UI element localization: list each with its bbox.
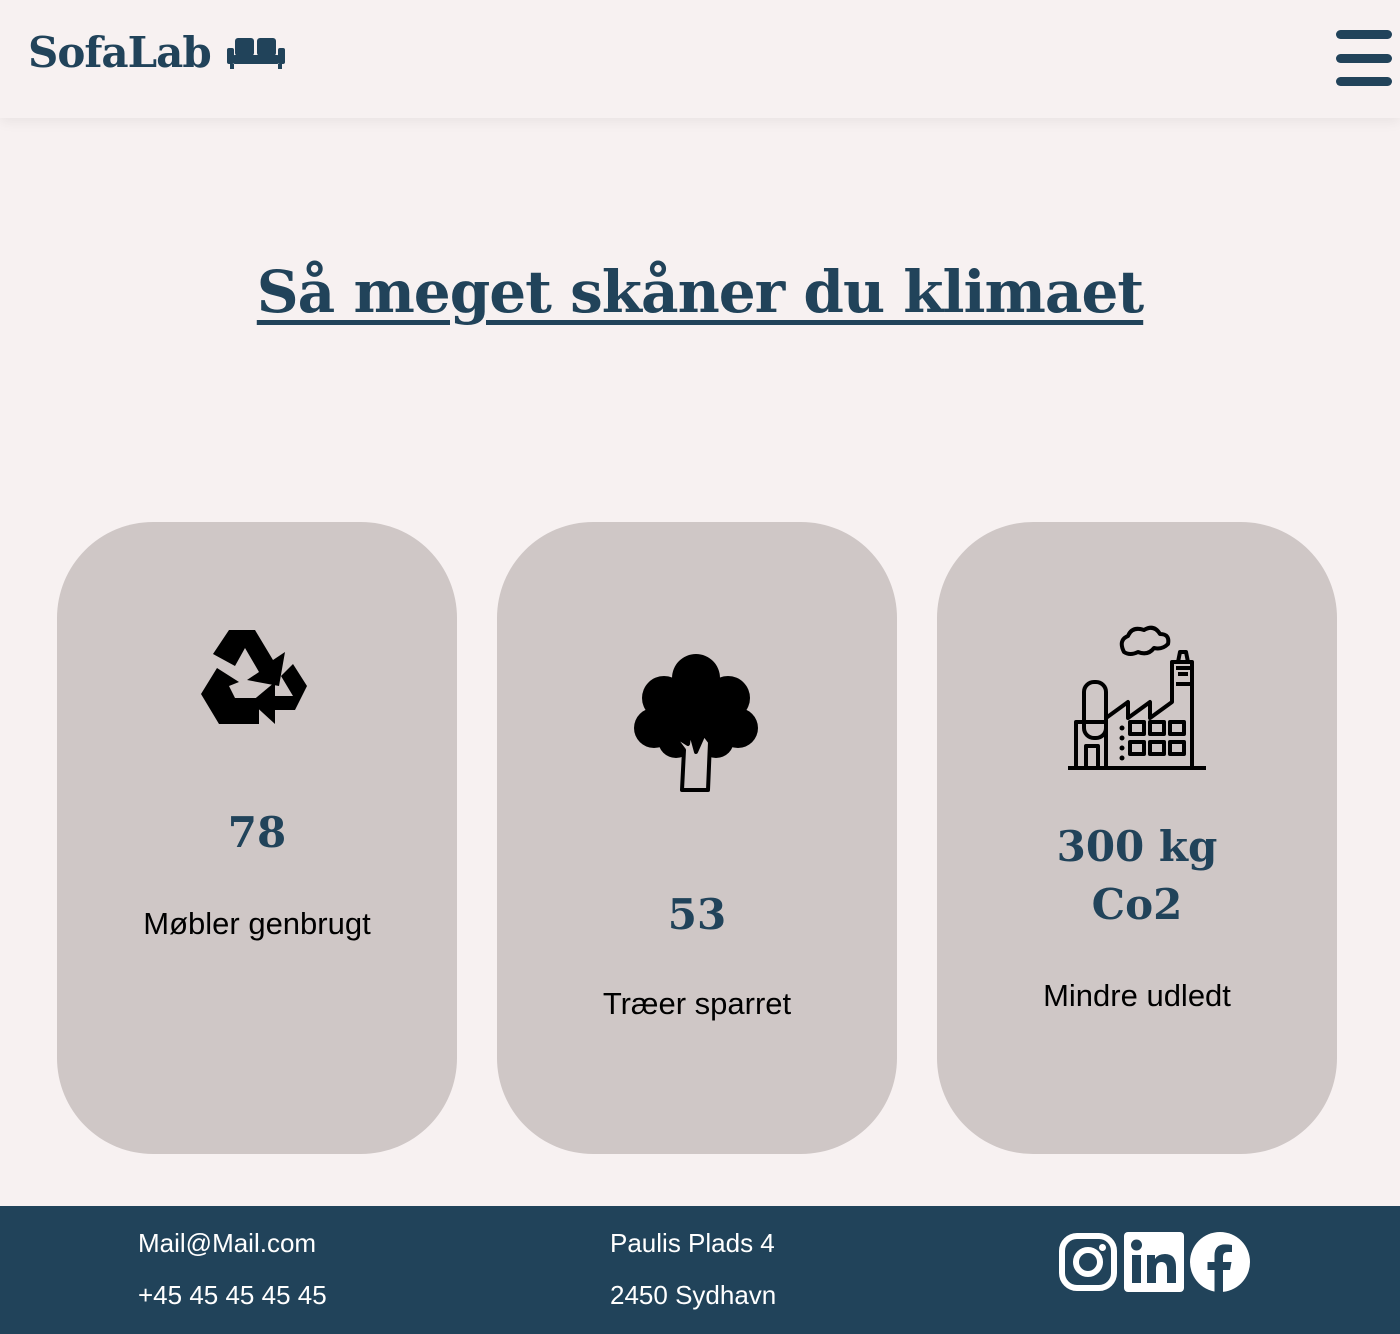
stat-caption: Møbler genbrugt bbox=[143, 906, 371, 941]
menu-bar bbox=[1336, 53, 1392, 63]
page-title: Så meget skåner du klimaet bbox=[256, 258, 1144, 326]
stat-caption: Træer sparret bbox=[602, 986, 792, 1021]
address-street: Paulis Plads 4 bbox=[610, 1228, 775, 1258]
sofa-icon bbox=[226, 36, 285, 70]
stat-card-co2: 300 kg Co2 Mindre udledt bbox=[937, 522, 1337, 1154]
stat-card-trees: 53 Træer sparret bbox=[497, 522, 897, 1154]
stat-caption: Mindre udledt bbox=[1043, 978, 1231, 1013]
factory-icon bbox=[937, 622, 1337, 772]
stat-value: 53 bbox=[667, 890, 727, 939]
stat-value: 300 kg Co2 bbox=[1056, 822, 1218, 929]
logo[interactable]: SofaLab bbox=[28, 28, 285, 77]
tree-icon bbox=[497, 652, 897, 792]
site-header: SofaLab bbox=[0, 0, 1400, 118]
facebook-icon[interactable] bbox=[1190, 1232, 1250, 1292]
instagram-icon[interactable] bbox=[1058, 1232, 1118, 1292]
brand-name: SofaLab bbox=[28, 28, 212, 77]
phone-link[interactable]: +45 45 45 45 45 bbox=[138, 1280, 327, 1311]
stat-value: 78 bbox=[227, 808, 287, 857]
stat-card-furniture: 78 Møbler genbrugt bbox=[57, 522, 457, 1154]
site-footer: Mail@Mail.com +45 45 45 45 45 Paulis Pla… bbox=[0, 1206, 1400, 1334]
address-city: 2450 Sydhavn bbox=[610, 1280, 777, 1310]
menu-bar bbox=[1336, 77, 1392, 86]
email-link[interactable]: Mail@Mail.com bbox=[138, 1228, 316, 1259]
linkedin-icon[interactable] bbox=[1124, 1232, 1184, 1292]
hamburger-menu-icon[interactable] bbox=[1336, 30, 1392, 86]
menu-bar bbox=[1336, 30, 1392, 39]
recycle-icon bbox=[57, 620, 457, 752]
social-links bbox=[1058, 1232, 1250, 1292]
